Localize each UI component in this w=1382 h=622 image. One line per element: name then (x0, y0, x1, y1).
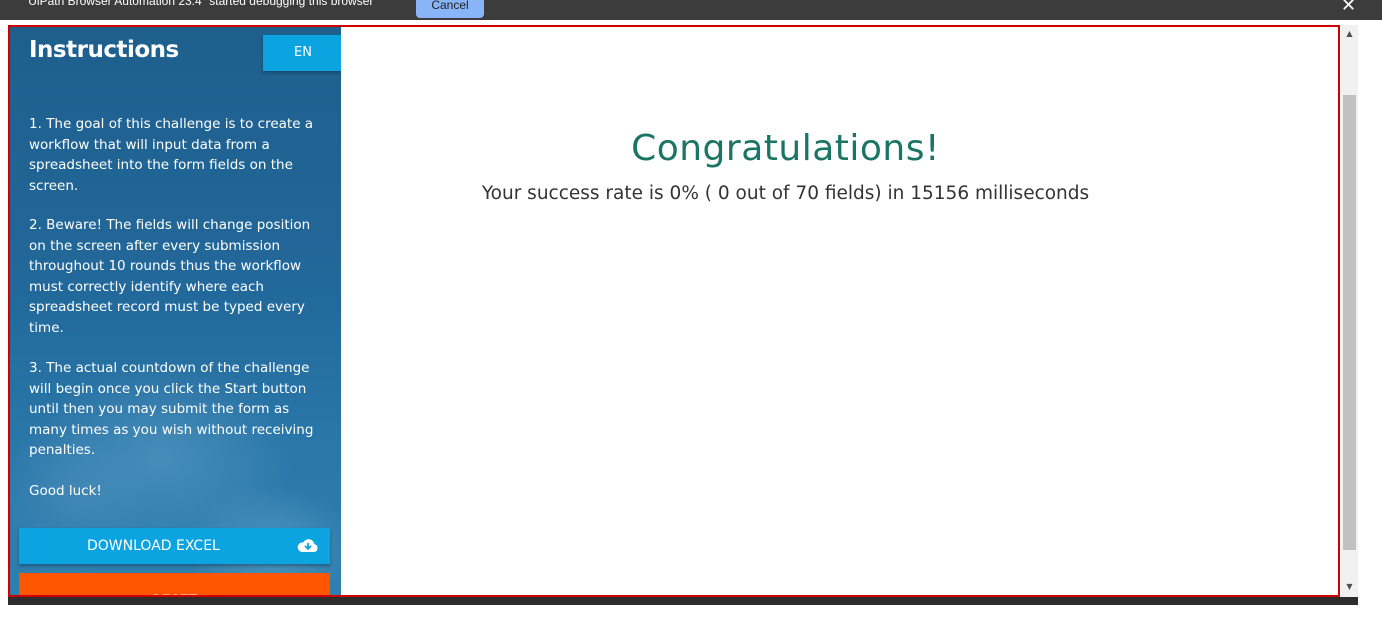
reset-button[interactable]: RESET (19, 573, 330, 595)
close-icon[interactable]: ✕ (1341, 0, 1356, 16)
download-excel-button[interactable]: DOWNLOAD EXCEL (19, 528, 330, 564)
instruction-step-2: 2. Beware! The fields will change positi… (29, 217, 311, 336)
congratulations-heading: Congratulations! (631, 128, 940, 169)
cancel-debug-button[interactable]: Cancel (416, 0, 484, 18)
scroll-up-arrow-icon[interactable]: ▲ (1341, 27, 1358, 41)
download-excel-label: DOWNLOAD EXCEL (87, 538, 220, 554)
instructions-title: Instructions (29, 37, 179, 63)
debug-info-bar: "UiPath Browser Automation 23.4" started… (0, 0, 1382, 20)
good-luck-text: Good luck! (29, 483, 102, 499)
scrollbar-thumb[interactable] (1343, 95, 1356, 550)
scroll-down-arrow-icon[interactable]: ▼ (1341, 580, 1358, 594)
page-viewport: Instructions EN 1. The goal of this chal… (8, 25, 1340, 597)
cloud-download-icon (297, 539, 318, 552)
result-panel: Congratulations! Your success rate is 0%… (341, 27, 1338, 595)
instruction-step-1: 1. The goal of this challenge is to crea… (29, 116, 314, 194)
bottom-edge (8, 597, 1358, 605)
language-button[interactable]: EN (263, 35, 341, 71)
instruction-step-3: 3. The actual countdown of the challenge… (29, 360, 314, 458)
debug-message: "UiPath Browser Automation 23.4" started… (24, 0, 374, 8)
instructions-sidebar: Instructions EN 1. The goal of this chal… (10, 27, 341, 595)
success-rate-text: Your success rate is 0% ( 0 out of 70 fi… (481, 183, 1090, 204)
vertical-scrollbar[interactable]: ▲ ▼ (1341, 25, 1358, 597)
